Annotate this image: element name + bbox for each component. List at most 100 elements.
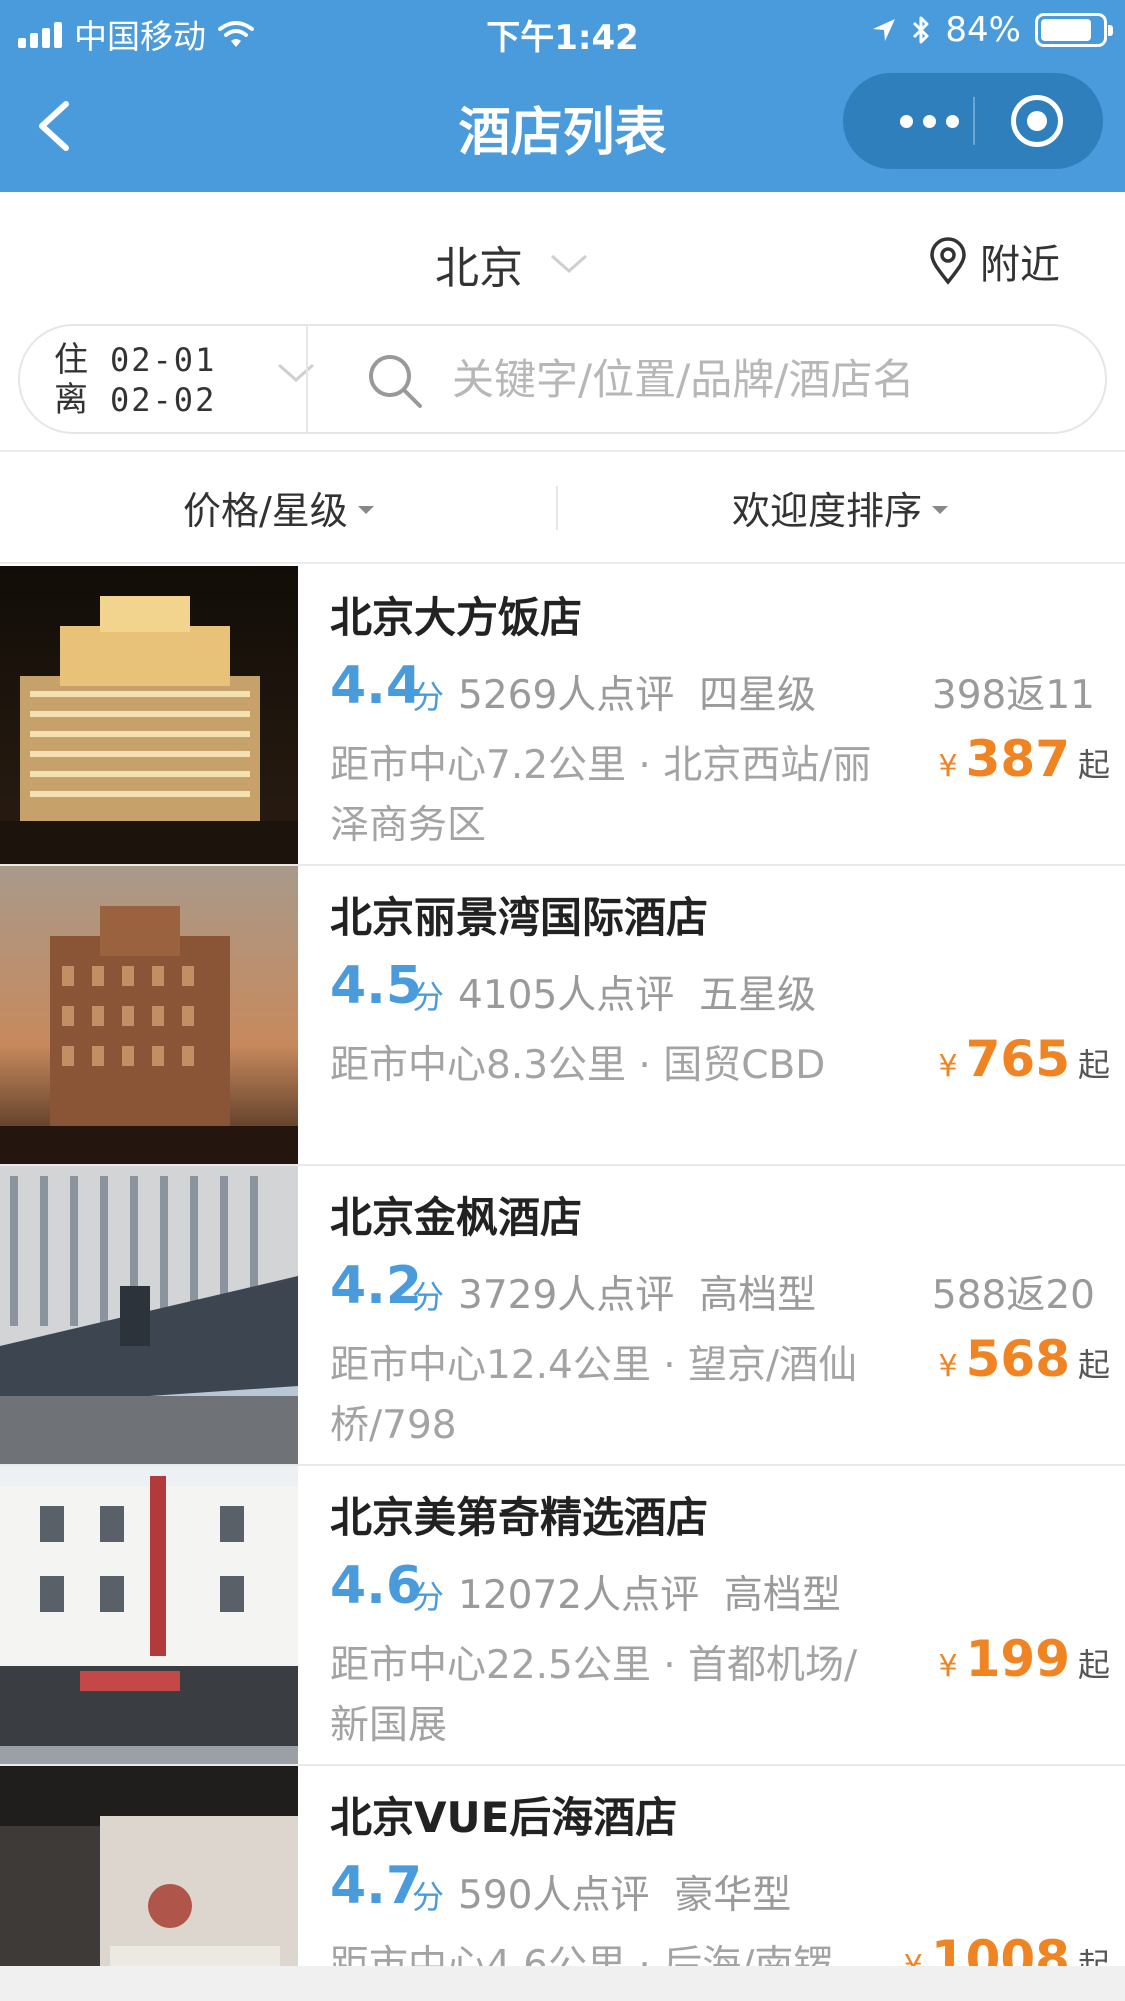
price-suffix: 起 xyxy=(1077,1646,1110,1684)
hotel-list: 北京大方饭店 4.4 分 5269人点评 四星级 398返11 距市中心7.2公… xyxy=(0,566,1125,2001)
hotel-reviews: 5269人点评 四星级 xyxy=(458,664,816,720)
hotel-photo xyxy=(0,566,298,864)
cashback-badge: 398返11 xyxy=(931,673,1095,718)
date-selector[interactable]: 住 离 02-01 02-02 xyxy=(54,336,314,424)
hotel-info: 北京金枫酒店 4.2 分 3729人点评 高档型 588返20 距市中心12.4… xyxy=(330,1166,1110,1464)
cashback-badge: 588返20 xyxy=(931,1273,1095,1318)
hotel-item[interactable]: 北京丽景湾国际酒店 4.5 分 4105人点评 五星级 距市中心8.3公里 · … xyxy=(0,866,1125,1166)
more-dots-icon[interactable] xyxy=(881,103,977,139)
rating-row: 4.6 分 12072人点评 高档型 xyxy=(330,1556,1095,1618)
search-divider xyxy=(306,326,308,432)
hotel-reviews: 12072人点评 高档型 xyxy=(458,1564,841,1620)
hotel-reviews: 4105人点评 五星级 xyxy=(458,964,816,1020)
status-right: 84% xyxy=(871,10,1113,50)
city-row: 北京 附近 xyxy=(0,192,1125,322)
hotel-info: 北京美第奇精选酒店 4.6 分 12072人点评 高档型 距市中心22.5公里 … xyxy=(330,1466,1110,1764)
hotel-reviews: 590人点评 豪华型 xyxy=(458,1864,791,1920)
score-unit: 分 xyxy=(412,1578,445,1616)
checkin-label: 住 xyxy=(54,340,88,380)
score-unit: 分 xyxy=(412,678,445,716)
battery-icon xyxy=(1035,13,1113,47)
hotel-info: 北京大方饭店 4.4 分 5269人点评 四星级 398返11 距市中心7.2公… xyxy=(330,566,1110,864)
capsule-divider xyxy=(973,97,975,145)
mini-program-capsule xyxy=(843,73,1103,169)
filter-divider xyxy=(556,486,558,530)
hotel-level: 高档型 xyxy=(723,1573,841,1618)
hotel-price: ¥ 765 起 xyxy=(939,1030,1110,1088)
sort-filter[interactable]: 欢迎度排序 xyxy=(732,480,949,535)
search-box: 住 离 02-01 02-02 xyxy=(18,324,1107,434)
review-count: 12072人点评 xyxy=(458,1573,700,1618)
price-star-label: 价格/星级 xyxy=(183,489,348,533)
hotel-photo xyxy=(0,1166,298,1464)
caret-down-icon xyxy=(357,505,374,514)
hotel-list-screen: 中国移动 下午1:42 84% 酒店列表 北京 附近 住 离 02-01 02-… xyxy=(0,0,1125,2001)
date-values: 02-01 02-02 xyxy=(110,340,216,420)
hotel-name: 北京大方饭店 xyxy=(330,593,583,642)
nearby-button[interactable]: 附近 xyxy=(928,232,1060,290)
bottom-bar xyxy=(0,1966,1125,2001)
price-amount: 765 xyxy=(965,1030,1070,1088)
hotel-item[interactable]: 北京金枫酒店 4.2 分 3729人点评 高档型 588返20 距市中心12.4… xyxy=(0,1166,1125,1466)
hotel-score: 4.2 xyxy=(330,1256,423,1316)
hotel-photo xyxy=(0,866,298,1164)
hotel-price: ¥ 568 起 xyxy=(939,1330,1110,1388)
search-input[interactable] xyxy=(452,348,1072,410)
hotel-score: 4.5 xyxy=(330,956,423,1016)
battery-percent: 84% xyxy=(945,10,1021,50)
hotel-level: 四星级 xyxy=(699,673,817,718)
target-circle-icon[interactable] xyxy=(1011,95,1063,147)
search-icon xyxy=(369,355,422,408)
bluetooth-icon xyxy=(913,16,929,44)
hotel-location: 距市中心8.3公里 · 国贸CBD xyxy=(330,1043,826,1088)
price-suffix: 起 xyxy=(1077,746,1110,784)
chevron-down-icon xyxy=(551,254,587,274)
hotel-level: 豪华型 xyxy=(674,1873,792,1918)
hotel-price: ¥ 387 起 xyxy=(939,730,1110,788)
battery-fill xyxy=(1041,19,1092,41)
hotel-price: ¥ 199 起 xyxy=(939,1630,1110,1688)
price-amount: 199 xyxy=(965,1630,1070,1688)
hotel-score: 4.6 xyxy=(330,1556,423,1616)
price-suffix: 起 xyxy=(1077,1346,1110,1384)
checkin-date: 02-01 xyxy=(110,341,217,379)
hotel-item[interactable]: 北京大方饭店 4.4 分 5269人点评 四星级 398返11 距市中心7.2公… xyxy=(0,566,1125,866)
currency-symbol: ¥ xyxy=(938,1349,958,1384)
hotel-level: 高档型 xyxy=(699,1273,817,1318)
city-name: 北京 xyxy=(435,243,523,294)
score-unit: 分 xyxy=(412,1278,445,1316)
status-bar: 中国移动 下午1:42 84% xyxy=(0,0,1125,60)
nav-bar: 酒店列表 xyxy=(0,60,1125,192)
review-count: 5269人点评 xyxy=(458,673,675,718)
hotel-location: 距市中心22.5公里 · 首都机场/新国展 xyxy=(330,1643,858,1748)
caret-down-icon xyxy=(932,505,949,514)
hotel-location: 距市中心12.4公里 · 望京/酒仙桥/798 xyxy=(330,1343,858,1448)
price-star-filter[interactable]: 价格/星级 xyxy=(183,480,374,535)
hotel-level: 五星级 xyxy=(699,973,817,1018)
date-labels: 住 离 xyxy=(54,340,88,420)
price-amount: 568 xyxy=(965,1330,1070,1388)
hotel-name: 北京美第奇精选酒店 xyxy=(330,1493,709,1542)
hotel-score: 4.7 xyxy=(330,1856,423,1916)
hotel-location: 距市中心7.2公里 · 北京西站/丽泽商务区 xyxy=(330,743,872,848)
hotel-name: 北京丽景湾国际酒店 xyxy=(330,893,709,942)
city-selector[interactable]: 北京 xyxy=(435,232,589,296)
price-suffix: 起 xyxy=(1077,1046,1110,1084)
filter-bar: 价格/星级 欢迎度排序 xyxy=(0,450,1125,564)
currency-symbol: ¥ xyxy=(938,1649,958,1684)
location-pin-icon xyxy=(930,237,966,285)
hotel-photo xyxy=(0,1466,298,1764)
hotel-reviews: 3729人点评 高档型 xyxy=(458,1264,816,1320)
hotel-item[interactable]: 北京美第奇精选酒店 4.6 分 12072人点评 高档型 距市中心22.5公里 … xyxy=(0,1466,1125,1766)
nearby-label: 附近 xyxy=(980,242,1060,288)
price-amount: 387 xyxy=(965,730,1070,788)
rating-row: 4.2 分 3729人点评 高档型 588返20 xyxy=(330,1256,1095,1318)
hotel-name: 北京金枫酒店 xyxy=(330,1193,583,1242)
currency-symbol: ¥ xyxy=(938,1049,958,1084)
review-count: 4105人点评 xyxy=(458,973,675,1018)
currency-symbol: ¥ xyxy=(938,749,958,784)
top-bar: 中国移动 下午1:42 84% 酒店列表 xyxy=(0,0,1125,192)
sort-label: 欢迎度排序 xyxy=(732,489,923,533)
checkout-date: 02-02 xyxy=(110,381,217,419)
location-arrow-icon xyxy=(873,19,896,41)
